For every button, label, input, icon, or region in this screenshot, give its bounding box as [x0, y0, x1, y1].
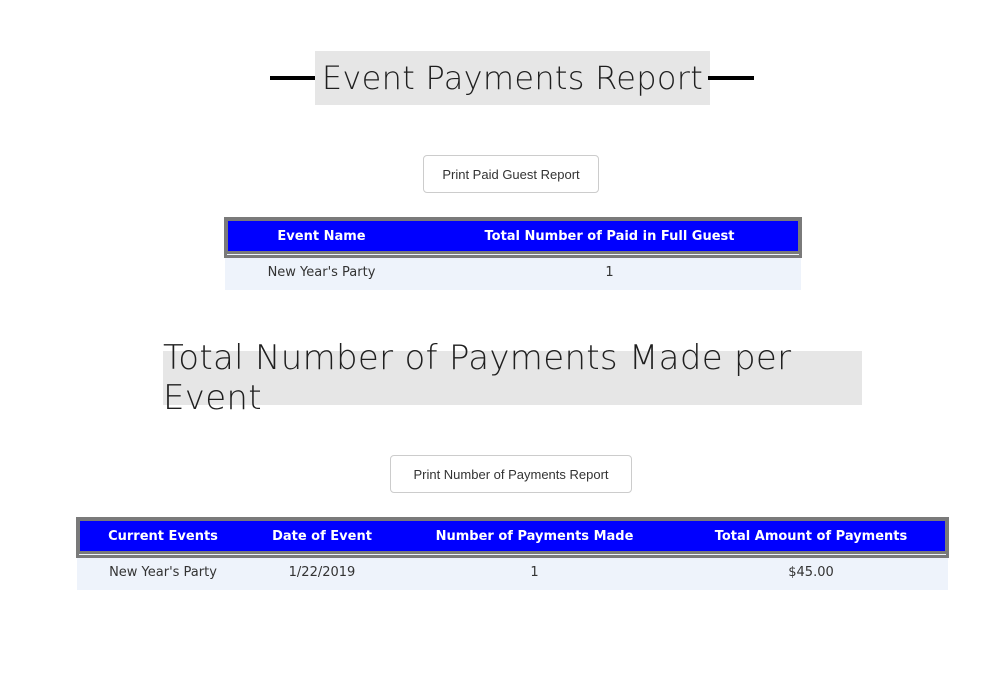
- event-payments-heading: Event Payments Report: [270, 51, 754, 105]
- print-paid-guest-report-button[interactable]: Print Paid Guest Report: [423, 155, 599, 193]
- column-header-total-amount: Total Amount of Payments: [674, 518, 948, 554]
- cell-event-name: New Year's Party: [77, 554, 249, 590]
- payments-per-event-table: Current Events Date of Event Number of P…: [77, 518, 948, 590]
- event-payments-title: Event Payments Report: [315, 51, 710, 105]
- heading-right-rule: [708, 76, 754, 80]
- column-header-current-events: Current Events: [77, 518, 249, 554]
- cell-event-date: 1/22/2019: [249, 554, 395, 590]
- table-row: New Year's Party 1/22/2019 1 $45.00: [77, 554, 948, 590]
- column-header-number-of-payments: Number of Payments Made: [395, 518, 674, 554]
- page: Event Payments Report Print Paid Guest R…: [0, 0, 1001, 691]
- cell-paid-guest-count: 1: [418, 254, 801, 290]
- column-header-date-of-event: Date of Event: [249, 518, 395, 554]
- heading-left-rule: [270, 76, 316, 80]
- paid-guest-table: Event Name Total Number of Paid in Full …: [225, 218, 801, 290]
- cell-payments-count: 1: [395, 554, 674, 590]
- column-header-event-name: Event Name: [225, 218, 418, 254]
- column-header-paid-guest-count: Total Number of Paid in Full Guest: [418, 218, 801, 254]
- payments-per-event-title: Total Number of Payments Made per Event: [163, 338, 862, 418]
- table-row: New Year's Party 1: [225, 254, 801, 290]
- cell-event-name: New Year's Party: [225, 254, 418, 290]
- print-number-of-payments-report-button[interactable]: Print Number of Payments Report: [390, 455, 632, 493]
- table-header-row: Event Name Total Number of Paid in Full …: [225, 218, 801, 254]
- table-header-row: Current Events Date of Event Number of P…: [77, 518, 948, 554]
- cell-total-amount: $45.00: [674, 554, 948, 590]
